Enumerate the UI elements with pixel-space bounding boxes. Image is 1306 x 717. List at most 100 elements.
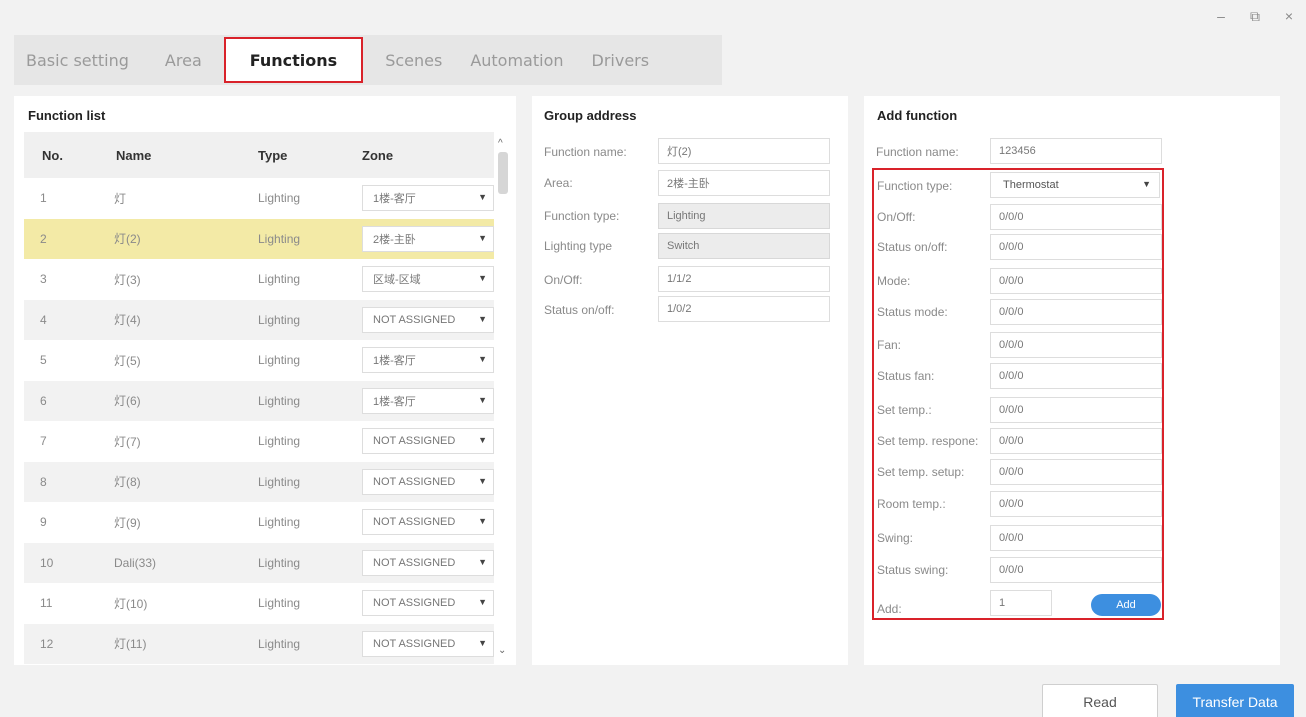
minimize-icon[interactable]: –	[1214, 8, 1228, 25]
zone-select[interactable]: NOT ASSIGNED ▼	[362, 630, 494, 657]
af-address-input[interactable]: 0/0/0	[990, 363, 1162, 389]
ga-function-name-label: Function name:	[544, 145, 627, 159]
row-zone-cell: 2楼-主卧 ▼	[350, 225, 494, 252]
table-row[interactable]: 6 灯(6) Lighting 1楼-客厅 ▼	[24, 380, 494, 421]
close-icon[interactable]: ×	[1282, 8, 1296, 25]
ga-status-onoff-label: Status on/off:	[544, 303, 615, 317]
row-zone-cell: NOT ASSIGNED ▼	[350, 306, 494, 333]
row-no: 2	[40, 231, 47, 246]
table-row[interactable]: 10 Dali(33) Lighting NOT ASSIGNED ▼	[24, 542, 494, 583]
table-row[interactable]: 11 灯(10) Lighting NOT ASSIGNED ▼	[24, 583, 494, 624]
af-address-input[interactable]: 0/0/0	[990, 268, 1162, 294]
add-button[interactable]: Add	[1091, 594, 1161, 616]
add-function-title: Add function	[877, 108, 958, 123]
table-row[interactable]: 5 灯(5) Lighting 1楼-客厅 ▼	[24, 340, 494, 381]
row-zone-cell: NOT ASSIGNED ▼	[350, 590, 494, 617]
zone-select[interactable]: 区域-区域 ▼	[362, 266, 494, 293]
row-type: Lighting	[258, 353, 301, 368]
function-list-title: Function list	[28, 108, 106, 123]
af-address-input[interactable]: 0/0/0	[990, 332, 1162, 358]
restore-icon[interactable]: ⧉	[1248, 8, 1262, 25]
chevron-down-icon: ▼	[478, 637, 487, 648]
row-no: 6	[40, 393, 47, 408]
af-address-input[interactable]: 0/0/0	[990, 299, 1162, 325]
af-address-input[interactable]: 0/0/0	[990, 428, 1162, 454]
row-no: 12	[40, 636, 54, 651]
zone-select[interactable]: 1楼-客厅 ▼	[362, 387, 494, 414]
table-row[interactable]: 4 灯(4) Lighting NOT ASSIGNED ▼	[24, 299, 494, 340]
chevron-down-icon: ▼	[478, 394, 487, 405]
zone-value: NOT ASSIGNED	[373, 516, 456, 529]
transfer-data-button[interactable]: Transfer Data	[1176, 684, 1294, 717]
af-function-name-input[interactable]: 123456	[990, 138, 1162, 164]
row-type: Lighting	[258, 393, 301, 408]
af-field-label: Set temp. respone:	[877, 434, 979, 448]
af-address-input[interactable]: 0/0/0	[990, 397, 1162, 423]
row-zone-cell: 1楼-客厅 ▼	[350, 387, 494, 414]
row-zone-cell: NOT ASSIGNED ▼	[350, 549, 494, 576]
chevron-down-icon: ▼	[478, 232, 487, 243]
zone-select[interactable]: NOT ASSIGNED ▼	[362, 468, 494, 495]
row-type: Lighting	[258, 312, 301, 327]
function-type-select[interactable]: Thermostat ▼	[990, 172, 1160, 198]
zone-value: 1楼-客厅	[373, 355, 416, 368]
window-controls: – ⧉ ×	[1214, 8, 1296, 25]
table-row[interactable]: 9 灯(9) Lighting NOT ASSIGNED ▼	[24, 502, 494, 543]
row-type: Lighting	[258, 231, 301, 246]
zone-select[interactable]: NOT ASSIGNED ▼	[362, 428, 494, 455]
af-add-label: Add:	[877, 602, 902, 616]
tab-area[interactable]: Area	[151, 35, 216, 85]
af-address-input[interactable]: 0/0/0	[990, 234, 1162, 260]
tab-scenes[interactable]: Scenes	[371, 35, 456, 85]
af-address-input[interactable]: 0/0/0	[990, 459, 1162, 485]
chevron-down-icon: ▼	[478, 354, 487, 365]
chevron-down-icon: ▼	[478, 556, 487, 567]
scroll-down-icon[interactable]: ⌄	[498, 645, 506, 656]
af-field-label: Set temp.:	[877, 403, 932, 417]
chevron-down-icon: ▼	[478, 435, 487, 446]
row-name: 灯(9)	[114, 515, 141, 530]
function-list-panel: Function list No. Name Type Zone 1 灯 Light…	[14, 96, 516, 665]
zone-select[interactable]: 1楼-客厅 ▼	[362, 347, 494, 374]
zone-select[interactable]: NOT ASSIGNED ▼	[362, 549, 494, 576]
chevron-down-icon: ▼	[478, 313, 487, 324]
row-type: Lighting	[258, 191, 301, 206]
scroll-up-icon[interactable]: ^	[498, 138, 503, 149]
scrollbar-thumb[interactable]	[498, 152, 508, 194]
af-field-label: Status on/off:	[877, 240, 948, 254]
read-button[interactable]: Read	[1042, 684, 1158, 717]
zone-select[interactable]: NOT ASSIGNED ▼	[362, 306, 494, 333]
chevron-down-icon: ▼	[478, 192, 487, 203]
row-no: 10	[40, 555, 54, 570]
add-function-panel: Add function Function name: 123456 Funct…	[864, 96, 1280, 665]
table-row[interactable]: 3 灯(3) Lighting 区域-区域 ▼	[24, 259, 494, 300]
af-address-input[interactable]: 0/0/0	[990, 525, 1162, 551]
ga-area-field[interactable]: 2楼-主卧	[658, 170, 830, 196]
add-count-input[interactable]: 1	[990, 590, 1052, 616]
zone-select[interactable]: 2楼-主卧 ▼	[362, 225, 494, 252]
ga-function-name-field[interactable]: 灯(2)	[658, 138, 830, 164]
row-no: 3	[40, 272, 47, 287]
zone-select[interactable]: NOT ASSIGNED ▼	[362, 509, 494, 536]
zone-select[interactable]: NOT ASSIGNED ▼	[362, 590, 494, 617]
zone-select[interactable]: 1楼-客厅 ▼	[362, 185, 494, 212]
table-row[interactable]: 1 灯 Lighting 1楼-客厅 ▼	[24, 178, 494, 219]
ga-status-onoff-field[interactable]: 1/0/2	[658, 296, 830, 322]
table-row[interactable]: 2 灯(2) Lighting 2楼-主卧 ▼	[24, 218, 494, 259]
row-no: 1	[40, 191, 47, 206]
af-address-input[interactable]: 0/0/0	[990, 204, 1162, 230]
af-address-input[interactable]: 0/0/0	[990, 557, 1162, 583]
table-row[interactable]: 7 灯(7) Lighting NOT ASSIGNED ▼	[24, 421, 494, 462]
table-row[interactable]: 8 灯(8) Lighting NOT ASSIGNED ▼	[24, 461, 494, 502]
tab-drivers[interactable]: Drivers	[578, 35, 664, 85]
ga-lighting-type-field: Switch	[658, 233, 830, 259]
tab-basic-setting[interactable]: Basic setting	[14, 35, 151, 85]
table-row[interactable]: 12 灯(11) Lighting NOT ASSIGNED ▼	[24, 623, 494, 664]
ga-onoff-field[interactable]: 1/1/2	[658, 266, 830, 292]
tab-automation[interactable]: Automation	[456, 35, 577, 85]
function-table: No. Name Type Zone 1 灯 Lighting 1楼-客厅 ▼ 2 灯(2)…	[24, 132, 494, 664]
af-address-input[interactable]: 0/0/0	[990, 491, 1162, 517]
tab-functions[interactable]: Functions	[223, 37, 364, 83]
table-scrollbar[interactable]: ^ ⌄	[496, 138, 512, 656]
ga-area-label: Area:	[544, 176, 573, 190]
